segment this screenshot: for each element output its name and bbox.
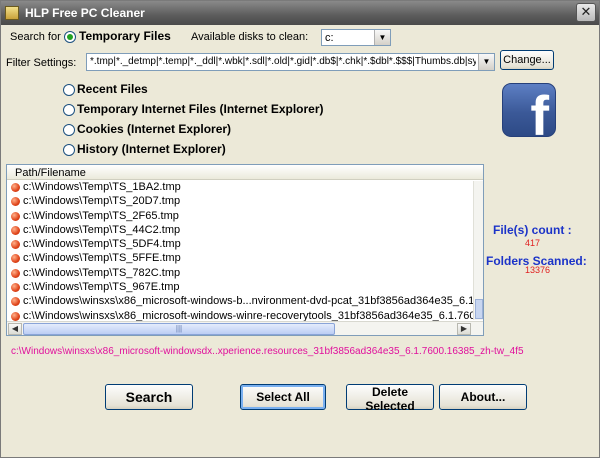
- disk-select-value: c:: [325, 32, 334, 44]
- horizontal-scrollbar[interactable]: ◀ ||| ▶: [7, 321, 483, 335]
- files-count-value: 417: [525, 238, 541, 248]
- file-list-rows: c:\Windows\Temp\TS_1BA2.tmp c:\Windows\Te…: [7, 181, 483, 324]
- scroll-left-icon[interactable]: ◀: [8, 323, 22, 335]
- list-item-path: c:\Windows\Temp\TS_20D7.tmp: [23, 195, 181, 208]
- list-item-path: c:\Windows\winsxs\x86_microsoft-windows-…: [23, 309, 484, 322]
- delete-selected-button[interactable]: Delete Selected: [346, 384, 434, 413]
- horizontal-scrollbar-thumb[interactable]: |||: [23, 323, 335, 335]
- list-item[interactable]: c:\Windows\Temp\TS_782C.tmp: [7, 267, 473, 281]
- chevron-down-icon[interactable]: ▼: [374, 30, 390, 45]
- title-bar[interactable]: HLP Free PC Cleaner ✕: [1, 1, 599, 25]
- file-status-icon: [11, 283, 20, 293]
- vertical-scrollbar-thumb[interactable]: [475, 299, 483, 319]
- list-item[interactable]: c:\Windows\winsxs\x86_microsoft-windows-…: [7, 295, 483, 309]
- list-item-path: c:\Windows\Temp\TS_1BA2.tmp: [23, 181, 181, 193]
- file-list-header[interactable]: Path/Filename: [7, 165, 483, 180]
- facebook-icon[interactable]: f: [502, 83, 556, 137]
- search-for-label: Search for :: [10, 31, 67, 43]
- app-window: HLP Free PC Cleaner ✕ Search for : Tempo…: [0, 0, 600, 458]
- list-item[interactable]: c:\Windows\Temp\TS_967E.tmp: [7, 281, 473, 295]
- file-status-icon: [11, 311, 20, 321]
- file-status-icon: [11, 225, 20, 235]
- radio-cookies[interactable]: [63, 124, 75, 136]
- chevron-down-icon[interactable]: ▼: [478, 54, 494, 70]
- search-button[interactable]: Search: [105, 384, 193, 410]
- select-all-button[interactable]: Select All: [240, 384, 326, 410]
- radio-label-recent-files[interactable]: Recent Files: [77, 82, 148, 96]
- folders-scanned-value: 13376: [525, 265, 551, 275]
- list-item[interactable]: c:\Windows\Temp\TS_5DF4.tmp: [7, 238, 473, 252]
- file-status-icon: [11, 268, 20, 278]
- list-item[interactable]: c:\Windows\Temp\TS_2F65.tmp: [7, 210, 473, 224]
- radio-history[interactable]: [63, 144, 75, 156]
- radio-label-temporary-files[interactable]: Temporary Files: [79, 29, 171, 43]
- file-status-icon: [11, 254, 20, 264]
- radio-label-cookies[interactable]: Cookies (Internet Explorer): [77, 122, 231, 136]
- file-status-icon: [11, 197, 20, 207]
- list-item-path: c:\Windows\Temp\TS_967E.tmp: [23, 281, 180, 294]
- list-item-path: c:\Windows\Temp\TS_5FFE.tmp: [23, 252, 181, 265]
- current-scan-path: c:\Windows\winsxs\x86_microsoft-windowsd…: [11, 346, 524, 357]
- close-button[interactable]: ✕: [576, 3, 596, 22]
- disk-select[interactable]: c: ▼: [321, 29, 391, 46]
- list-item[interactable]: c:\Windows\Temp\TS_5FFE.tmp: [7, 252, 473, 266]
- radio-recent-files[interactable]: [63, 84, 75, 96]
- file-list[interactable]: Path/Filename c:\Windows\Temp\TS_1BA2.tm…: [6, 164, 484, 336]
- available-disks-label: Available disks to clean:: [191, 31, 309, 43]
- list-item[interactable]: c:\Windows\Temp\TS_44C2.tmp: [7, 224, 473, 238]
- radio-label-history[interactable]: History (Internet Explorer): [77, 142, 226, 156]
- list-item-path: c:\Windows\Temp\TS_782C.tmp: [23, 266, 181, 279]
- radio-temporary-files[interactable]: [64, 31, 76, 43]
- file-status-icon: [11, 240, 20, 250]
- facebook-glyph: f: [530, 84, 549, 137]
- file-status-icon: [11, 183, 20, 192]
- list-item-path: c:\Windows\Temp\TS_5DF4.tmp: [23, 238, 181, 251]
- filter-settings-label: Filter Settings:: [6, 57, 77, 69]
- scroll-right-icon[interactable]: ▶: [457, 323, 471, 335]
- list-item-path: c:\Windows\Temp\TS_44C2.tmp: [23, 223, 181, 236]
- about-button[interactable]: About...: [439, 384, 527, 410]
- radio-temporary-internet-files[interactable]: [63, 104, 75, 116]
- filter-settings-value: *.tmp|*._detmp|*.temp|*._ddl|*.wbk|*.sdl…: [90, 56, 476, 67]
- app-icon: [5, 6, 19, 20]
- list-item[interactable]: c:\Windows\Temp\TS_1BA2.tmp: [7, 181, 473, 195]
- list-item-path: c:\Windows\Temp\TS_2F65.tmp: [23, 209, 179, 222]
- file-status-icon: [11, 211, 20, 221]
- filter-settings-input[interactable]: *.tmp|*._detmp|*.temp|*._ddl|*.wbk|*.sdl…: [86, 53, 495, 71]
- vertical-scrollbar[interactable]: [473, 181, 483, 320]
- list-item[interactable]: c:\Windows\Temp\TS_20D7.tmp: [7, 195, 473, 209]
- window-title: HLP Free PC Cleaner: [25, 6, 145, 20]
- list-item-path: c:\Windows\winsxs\x86_microsoft-windows-…: [23, 295, 483, 308]
- column-header-path[interactable]: Path/Filename: [15, 167, 86, 179]
- change-filter-button[interactable]: Change...: [500, 50, 554, 70]
- file-status-icon: [11, 297, 20, 307]
- radio-label-temporary-internet-files[interactable]: Temporary Internet Files (Internet Explo…: [77, 102, 324, 116]
- files-count-label: File(s) count :: [493, 223, 572, 237]
